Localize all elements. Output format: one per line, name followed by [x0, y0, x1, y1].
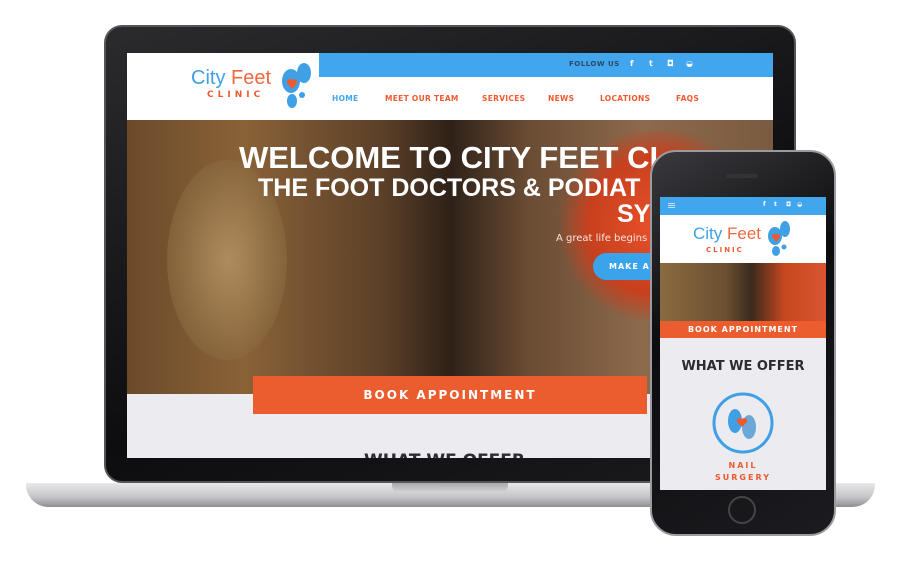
follow-us-label: FOLLOW US	[569, 60, 620, 68]
service-label-line1: NAIL	[728, 461, 758, 470]
nav-home[interactable]: HOME	[332, 94, 358, 103]
logo-clinic: CLINIC	[207, 90, 265, 100]
book-appointment-button[interactable]: BOOK APPOINTMENT	[253, 376, 647, 414]
nail-surgery-icon[interactable]	[711, 391, 775, 455]
section-title: WHAT WE OFFER	[364, 451, 525, 458]
section-title: WHAT WE OFFER	[681, 359, 805, 374]
book-appointment-button[interactable]: BOOK APPOINTMENT	[660, 321, 826, 338]
chat-icon[interactable]: ◒	[686, 59, 693, 68]
mobile-logo-area[interactable]: City Feet CLINIC	[660, 215, 826, 263]
mobile-hero-image	[660, 263, 826, 321]
laptop-notch	[392, 483, 508, 493]
logo-clinic: CLINIC	[706, 246, 744, 254]
nav-meet-our-team[interactable]: MEET OUR TEAM	[385, 94, 459, 103]
facebook-icon[interactable]: f	[763, 201, 766, 208]
instagram-icon[interactable]: ◘	[786, 201, 791, 208]
nav-faqs[interactable]: FAQS	[676, 94, 699, 103]
hero-subtitle: A great life begins fro	[556, 233, 664, 244]
chat-icon[interactable]: ◒	[797, 201, 802, 208]
logo-city: City	[693, 224, 723, 243]
service-label[interactable]: NAIL SURGERY	[660, 460, 826, 484]
twitter-icon[interactable]: t	[649, 59, 653, 68]
nav-services[interactable]: SERVICES	[482, 94, 525, 103]
home-button[interactable]	[728, 496, 756, 524]
service-label-line2: SURGERY	[715, 473, 771, 482]
footprint-heart-icon	[282, 63, 311, 108]
phone-screen: ≡ f t ◘ ◒ City Feet CLINIC BOOK APPOINTM…	[660, 197, 826, 490]
menu-icon[interactable]: ≡	[667, 199, 676, 212]
phone-speaker	[726, 174, 758, 178]
twitter-icon[interactable]: t	[774, 201, 777, 208]
facebook-icon[interactable]: f	[630, 59, 633, 68]
nav-locations[interactable]: LOCATIONS	[600, 94, 650, 103]
site-logo[interactable]: City Feet CLINIC	[191, 67, 271, 100]
footprint-heart-icon	[768, 221, 790, 256]
logo-city: City	[191, 67, 226, 89]
social-bar: FOLLOW US f t ◘ ◒	[319, 53, 773, 77]
hero-title-line2: THE FOOT DOCTORS & PODIAT	[258, 174, 641, 202]
hero-title: WELCOME TO CITY FEET CL	[239, 140, 669, 175]
logo-feet: Feet	[231, 67, 272, 89]
mobile-top-bar: ≡ f t ◘ ◒	[660, 197, 826, 215]
nav-news[interactable]: NEWS	[548, 94, 574, 103]
instagram-icon[interactable]: ◘	[667, 59, 674, 68]
logo-feet: Feet	[727, 224, 762, 243]
